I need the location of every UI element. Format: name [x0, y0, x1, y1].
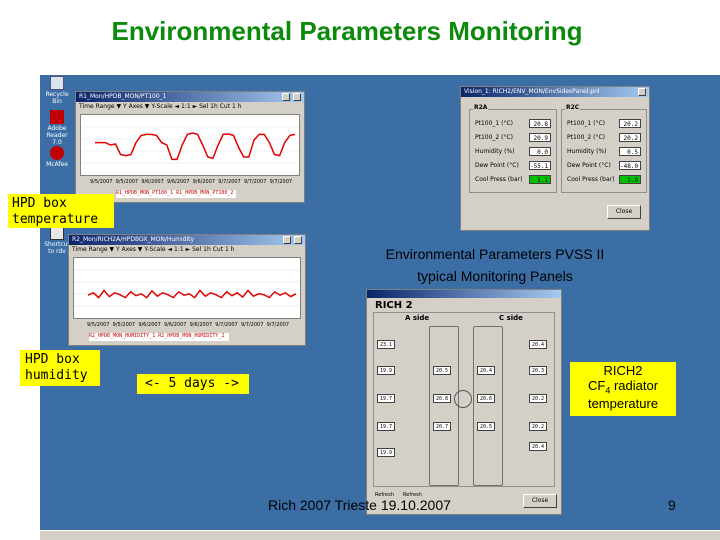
callout-hpd-temperature: HPD box temperature [8, 194, 114, 228]
trend-legend: R1_HPDB_MON_PT100_1 R1_HPDB_MON_PT100_2 [116, 190, 236, 198]
temp-value: 20.5 [477, 422, 495, 431]
footer-text: Rich 2007 Trieste 19.10.2007 [268, 497, 451, 513]
trend-window-humidity[interactable]: R2_Mon/RICH2A/HPDBOX_MON/Humidity Time R… [68, 234, 306, 346]
temp-value: 20.4 [529, 442, 547, 451]
r2a-value: 0.0 [529, 147, 551, 156]
temp-value: 20.4 [529, 340, 547, 349]
r2a-value: -55.1 [529, 161, 551, 170]
beam-pipe-icon [454, 390, 472, 408]
close-button[interactable] [293, 93, 301, 101]
shortcut-icon [50, 226, 64, 240]
r2c-label: Cool Press (bar) [567, 176, 615, 183]
r2c-value: 20.2 [619, 133, 641, 142]
temp-value: 23.1 [377, 340, 395, 349]
r2a-label: Cool Press (bar) [475, 176, 523, 183]
r2c-value: -48.0 [619, 161, 641, 170]
r2a-label: Pt100_1 (°C) [475, 120, 514, 127]
rich2-panel[interactable]: RICH 2 A side C side 23.1 19.9 19.7 19.7… [366, 289, 562, 515]
window-title: R2_Mon/RICH2A/HPDBOX_MON/Humidity [69, 235, 305, 245]
r2c-label: Pt100_2 (°C) [567, 134, 606, 141]
humidity-trend-chart [74, 269, 300, 307]
window-title [367, 290, 561, 298]
callout-five-days: <- 5 days -> [137, 374, 249, 394]
adobe-reader-icon [50, 110, 64, 124]
callout-hpd-humidity: HPD box humidity [20, 350, 100, 386]
temp-value: 20.2 [529, 422, 547, 431]
minimize-button[interactable] [282, 93, 290, 101]
temp-value: 20.6 [477, 394, 495, 403]
r2c-value: 20.2 [619, 119, 641, 128]
r2a-value: 20.9 [529, 133, 551, 142]
panels-caption: Environmental Parameters PVSS II typical… [385, 246, 605, 284]
temp-value: 19.9 [377, 448, 395, 457]
temp-value: 20.8 [433, 394, 451, 403]
close-button[interactable] [294, 236, 302, 244]
close-panel-button[interactable]: Close [523, 494, 557, 508]
minimize-button[interactable] [283, 236, 291, 244]
shield-icon [50, 146, 64, 160]
temp-value: 19.7 [377, 394, 395, 403]
desktop-icon-adobe-reader[interactable]: Adobe Reader 7.0 [42, 110, 72, 146]
trend-series-line [95, 132, 296, 161]
rich2-heading: RICH 2 [375, 300, 413, 311]
recycle-bin-icon [50, 76, 64, 90]
desktop-icon-label: Recycle Bin [45, 91, 69, 105]
r2a-value: 1.1 [529, 175, 551, 184]
a-side-vessel [429, 326, 459, 486]
close-button[interactable] [638, 88, 646, 96]
trend-toolbar[interactable]: Time Range ▼ Y Axes ▼ Y-Scale ◄ 1:1 ► Se… [69, 245, 305, 255]
temp-value: 20.4 [477, 366, 495, 375]
trend-toolbar[interactable]: Time Range ▼ Y Axes ▼ Y-Scale ◄ 1:1 ► Se… [76, 102, 304, 112]
desktop-icon-mcafee[interactable]: McAfee [42, 146, 72, 168]
window-title: Vision_1: RICH2/ENV_MON/EnvSidesPanel.pn… [461, 87, 649, 97]
r2a-label: Pt100_2 (°C) [475, 134, 514, 141]
temp-value: 19.9 [377, 366, 395, 375]
page-number: 9 [668, 497, 676, 513]
x-tick-labels: 9/5/2007 9/5/2007 9/6/2007 9/6/2007 9/6/… [90, 179, 293, 185]
temp-value: 20.2 [529, 394, 547, 403]
r2a-label: Humidity (%) [475, 148, 515, 155]
desktop-icon-recycle-bin[interactable]: Recycle Bin [42, 76, 72, 105]
desktop-icon-label: Adobe Reader 7.0 [46, 125, 68, 146]
r2a-label: Dew Point (°C) [475, 162, 519, 169]
trend-plot-temperature[interactable] [80, 114, 300, 176]
desktop-icon-label: McAfee [46, 161, 68, 168]
callout-rich2-radiator: RICH2 CF4 radiator temperature [570, 362, 676, 416]
slide-title: Environmental Parameters Monitoring [111, 16, 583, 46]
trend-legend: R2_HPDB_MON_HUMIDITY_1 R2_HPDB_MON_HUMID… [89, 333, 229, 341]
temp-value: 20.3 [529, 366, 547, 375]
pvss-env-panel[interactable]: Vision_1: RICH2/ENV_MON/EnvSidesPanel.pn… [460, 86, 650, 231]
c-side-vessel [473, 326, 503, 486]
r2c-label: Dew Point (°C) [567, 162, 611, 169]
desktop-icon-label: Shortcut to rdv [44, 241, 70, 255]
r2c-label: Pt100_1 (°C) [567, 120, 606, 127]
close-panel-button[interactable]: Close [607, 205, 641, 219]
temp-value: 19.7 [377, 422, 395, 431]
r2c-value: 1.0 [619, 175, 641, 184]
window-title: R1_Mon/HPDB_MON/PT100_1 [76, 92, 304, 102]
trend-window-temperature[interactable]: R1_Mon/HPDB_MON/PT100_1 Time Range ▼ Y A… [75, 91, 305, 203]
r2a-value: 20.8 [529, 119, 551, 128]
r2c-label: Humidity (%) [567, 148, 607, 155]
temp-value: 20.7 [433, 422, 451, 431]
r2c-value: 0.5 [619, 147, 641, 156]
c-side-label: C side [499, 314, 523, 322]
temperature-trend-chart [81, 126, 299, 164]
taskbar[interactable] [40, 530, 720, 540]
trend-plot-humidity[interactable] [73, 257, 301, 319]
x-tick-labels: 9/5/2007 9/5/2007 9/6/2007 9/6/2007 9/6/… [87, 322, 290, 328]
temp-value: 20.5 [433, 366, 451, 375]
a-side-label: A side [405, 314, 430, 322]
